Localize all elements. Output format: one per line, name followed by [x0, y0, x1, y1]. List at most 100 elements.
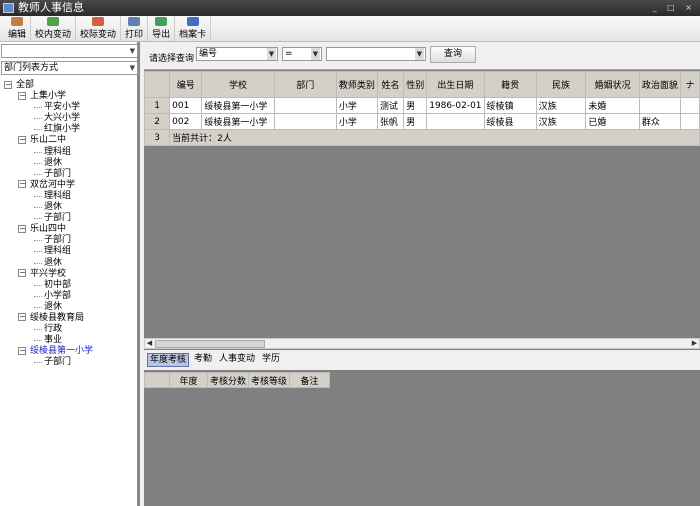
- tree-node-school[interactable]: − 双岔河中学: [4, 180, 93, 191]
- table-cell[interactable]: [273, 97, 337, 114]
- tree-node-department[interactable]: 理科组: [4, 147, 93, 158]
- scroll-left-icon[interactable]: ◀: [145, 339, 154, 347]
- tab-2[interactable]: 人事变动: [217, 353, 257, 367]
- tree-node-department[interactable]: 事业: [4, 335, 93, 346]
- tree-node-department[interactable]: 红旗小学: [4, 124, 93, 135]
- table-cell[interactable]: [273, 113, 337, 130]
- table-cell[interactable]: 1986-02-01: [426, 97, 485, 114]
- tree-node-department[interactable]: 退休: [4, 258, 93, 269]
- collapse-icon[interactable]: −: [18, 91, 26, 100]
- toolbar-button-users[interactable]: 校内变动: [31, 16, 77, 41]
- column-header[interactable]: 姓名: [376, 71, 405, 98]
- column-header[interactable]: 教师类别: [335, 71, 378, 98]
- column-header[interactable]: ナ: [679, 71, 700, 98]
- school-combo[interactable]: ▼: [1, 44, 138, 58]
- table-cell[interactable]: 绥棱县: [483, 113, 537, 130]
- table-cell[interactable]: [679, 97, 700, 114]
- table-cell[interactable]: 小学: [335, 113, 378, 130]
- table-cell[interactable]: 张帆: [376, 113, 405, 130]
- toolbar-button-printer[interactable]: 打印: [121, 16, 149, 41]
- column-header[interactable]: 婚姻状况: [585, 71, 640, 98]
- column-header[interactable]: 考核分数: [206, 372, 250, 388]
- tree-node-school[interactable]: − 绥棱县第一小学: [4, 346, 93, 357]
- tree-node-department[interactable]: 退休: [4, 202, 93, 213]
- table-cell[interactable]: 绥棱镇: [483, 97, 537, 114]
- table-cell[interactable]: 男: [403, 113, 428, 130]
- column-header[interactable]: 政治面貌: [638, 71, 681, 98]
- tree-node-school[interactable]: − 绥棱县教育局: [4, 313, 93, 324]
- chevron-down-icon: ▼: [129, 47, 135, 55]
- scroll-right-icon[interactable]: ▶: [690, 339, 699, 347]
- table-cell[interactable]: 绥棱县第一小学: [201, 97, 275, 114]
- column-header[interactable]: 民族: [535, 71, 587, 98]
- tree-node-department[interactable]: 理科组: [4, 191, 93, 202]
- tree-node-department[interactable]: 平安小学: [4, 102, 93, 113]
- column-header[interactable]: 编号: [169, 71, 203, 98]
- query-operator-select[interactable]: = ▼: [282, 47, 322, 61]
- table-row[interactable]: 1 001 绥棱县第一小学 小学 测试男 1986-02-01 绥棱镇 汉族 未婚: [143, 97, 700, 114]
- column-header[interactable]: 性别: [403, 71, 428, 98]
- collapse-icon[interactable]: −: [18, 346, 26, 355]
- column-header[interactable]: 籍贯: [483, 71, 537, 98]
- tree-node-department[interactable]: 子部门: [4, 213, 93, 224]
- tab-3[interactable]: 学历: [260, 353, 282, 367]
- toolbar-button-users-transfer[interactable]: 校际变动: [76, 16, 122, 41]
- window-controls[interactable]: _ □ ×: [653, 0, 696, 16]
- toolbar-button-archive-card[interactable]: 档案卡: [175, 16, 212, 41]
- table-cell[interactable]: [638, 97, 681, 114]
- tab-1[interactable]: 考勤: [192, 353, 214, 367]
- column-header[interactable]: 考核等级: [248, 372, 291, 388]
- column-header[interactable]: 年度: [169, 372, 208, 388]
- collapse-icon[interactable]: −: [18, 180, 26, 189]
- table-cell[interactable]: 男: [403, 97, 428, 114]
- tree-node-department[interactable]: 子部门: [4, 357, 93, 368]
- collapse-icon[interactable]: −: [18, 313, 26, 322]
- collapse-icon[interactable]: −: [4, 80, 12, 89]
- tree-node-department[interactable]: 退休: [4, 302, 93, 313]
- table-cell[interactable]: 未婚: [585, 97, 640, 114]
- table-cell[interactable]: 测试: [376, 97, 405, 114]
- table-cell[interactable]: [679, 113, 700, 130]
- department-tree: − 全部 − 上集小学 平安小学 大兴小学 红旗小学 − 乐山二中 理科组 退休 子部门 − 双岔河中学理…: [4, 80, 93, 368]
- table-cell[interactable]: 已婚: [585, 113, 640, 130]
- table-cell[interactable]: 绥棱县第一小学: [201, 113, 275, 130]
- column-header[interactable]: 学校: [201, 71, 275, 98]
- scroll-thumb[interactable]: [155, 340, 265, 348]
- table-cell[interactable]: 群众: [638, 113, 681, 130]
- list-mode-combo[interactable]: 部门列表方式 ▼: [1, 61, 138, 75]
- tree-node-department[interactable]: 退休: [4, 158, 93, 169]
- tree-node-department[interactable]: 初中部: [4, 280, 93, 291]
- table-cell[interactable]: 小学: [335, 97, 378, 114]
- table-row[interactable]: 2 002 绥棱县第一小学 小学 张帆男 绥棱县 汉族 已婚 群众: [143, 113, 700, 130]
- tab-0[interactable]: 年度考核: [147, 353, 190, 367]
- toolbar-button-edit[interactable]: 编辑: [4, 16, 32, 41]
- query-value-input[interactable]: ▼: [326, 47, 426, 61]
- tree-node-department[interactable]: 理科组: [4, 246, 93, 257]
- column-header[interactable]: 出生日期: [426, 71, 485, 98]
- collapse-icon[interactable]: −: [18, 224, 26, 233]
- column-header[interactable]: 备注: [289, 372, 331, 388]
- tree-node-department[interactable]: 行政: [4, 324, 93, 335]
- table-cell[interactable]: [426, 113, 485, 130]
- table-cell[interactable]: 汉族: [535, 113, 587, 130]
- tree-node-department[interactable]: 小学部: [4, 291, 93, 302]
- table-cell[interactable]: 002: [169, 113, 203, 130]
- tree-node-school[interactable]: − 乐山二中: [4, 135, 93, 146]
- query-field-select[interactable]: 编号 ▼: [196, 47, 278, 61]
- table-cell[interactable]: 汉族: [535, 97, 587, 114]
- tree-node-school[interactable]: − 上集小学: [4, 91, 93, 102]
- tree-node-department[interactable]: 子部门: [4, 235, 93, 246]
- horizontal-scrollbar[interactable]: ◀ ▶: [144, 338, 700, 349]
- tree-node-school[interactable]: − 平兴学校: [4, 269, 93, 280]
- collapse-icon[interactable]: −: [18, 269, 26, 278]
- tree-node-root[interactable]: − 全部: [4, 80, 93, 91]
- table-cell[interactable]: 001: [169, 97, 203, 114]
- query-button[interactable]: 查询: [430, 46, 476, 63]
- toolbar-button-export[interactable]: 导出: [148, 16, 176, 41]
- tree-node-department[interactable]: 子部门: [4, 169, 93, 180]
- column-header[interactable]: 部门: [273, 71, 337, 98]
- tree-node-school[interactable]: − 乐山四中: [4, 224, 93, 235]
- chevron-down-icon: ▼: [311, 48, 320, 60]
- collapse-icon[interactable]: −: [18, 135, 26, 144]
- tree-node-department[interactable]: 大兴小学: [4, 113, 93, 124]
